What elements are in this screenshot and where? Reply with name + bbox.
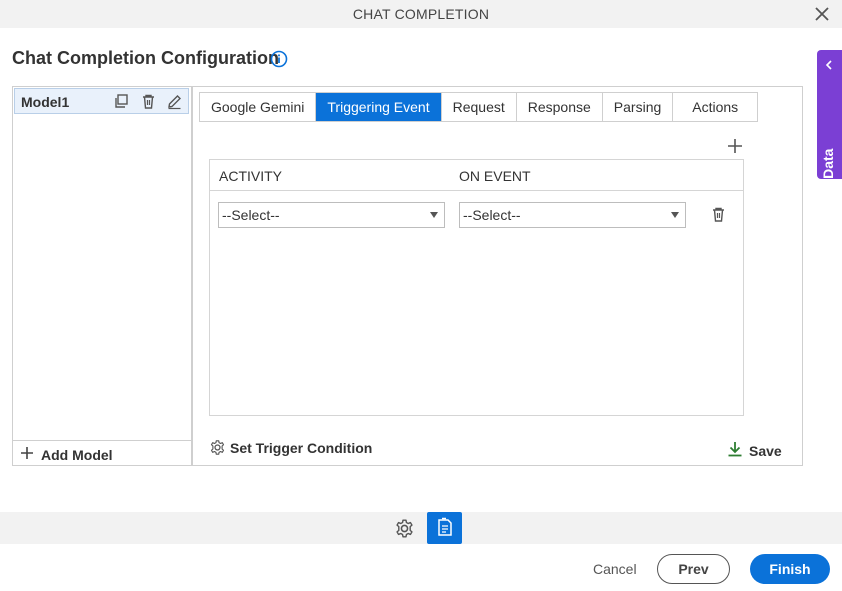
model-name: Model1 bbox=[21, 94, 70, 110]
on-event-select[interactable]: --Select-- bbox=[459, 202, 686, 228]
table-header: ACTIVITY ON EVENT bbox=[210, 160, 743, 191]
plus-icon bbox=[21, 447, 33, 459]
activity-select[interactable]: --Select-- bbox=[218, 202, 445, 228]
tab-bar: Google Gemini Triggering Event Request R… bbox=[199, 92, 759, 122]
close-icon[interactable] bbox=[812, 4, 832, 24]
on-event-select-value: --Select-- bbox=[463, 207, 521, 223]
tab-triggering-event[interactable]: Triggering Event bbox=[316, 93, 442, 121]
configuration-panel: Google Gemini Triggering Event Request R… bbox=[192, 86, 803, 466]
download-icon bbox=[728, 442, 742, 457]
add-model-label: Add Model bbox=[41, 447, 113, 463]
tab-request[interactable]: Request bbox=[442, 93, 517, 121]
column-header-on-event: ON EVENT bbox=[459, 168, 531, 184]
save-label: Save bbox=[749, 443, 782, 459]
tab-actions[interactable]: Actions bbox=[673, 93, 757, 121]
model-list-panel: Model1 Add Model bbox=[12, 86, 192, 466]
set-trigger-condition-label: Set Trigger Condition bbox=[230, 440, 373, 456]
dropdown-arrow-icon bbox=[671, 212, 679, 218]
document-view-button[interactable] bbox=[427, 512, 462, 544]
dropdown-arrow-icon bbox=[430, 212, 438, 218]
add-model-button[interactable]: Add Model bbox=[13, 440, 191, 465]
delete-row-icon[interactable] bbox=[710, 206, 727, 223]
app-data-tab[interactable]: App Data bbox=[817, 50, 842, 210]
bottom-toolbar bbox=[0, 512, 842, 544]
cancel-button[interactable]: Cancel bbox=[593, 561, 637, 577]
model-list-item[interactable]: Model1 bbox=[14, 88, 189, 114]
tab-google-gemini[interactable]: Google Gemini bbox=[200, 93, 317, 121]
settings-gear-icon[interactable] bbox=[394, 518, 415, 539]
finish-button[interactable]: Finish bbox=[750, 554, 830, 584]
tab-response[interactable]: Response bbox=[517, 93, 603, 121]
activity-select-value: --Select-- bbox=[222, 207, 280, 223]
title-bar: CHAT COMPLETION bbox=[0, 0, 842, 28]
edit-icon[interactable] bbox=[166, 93, 183, 110]
column-header-activity: ACTIVITY bbox=[219, 168, 283, 184]
duplicate-icon[interactable] bbox=[113, 93, 130, 110]
page-title: Chat Completion Configuration bbox=[12, 48, 279, 68]
chevron-left-icon bbox=[825, 60, 832, 70]
app-data-label: App Data bbox=[820, 148, 836, 210]
document-icon bbox=[438, 517, 452, 536]
trigger-event-table: ACTIVITY ON EVENT --Select-- --Select-- bbox=[209, 159, 744, 416]
info-icon[interactable] bbox=[270, 50, 288, 68]
tab-parsing[interactable]: Parsing bbox=[603, 93, 674, 121]
prev-button[interactable]: Prev bbox=[657, 554, 730, 584]
delete-icon[interactable] bbox=[140, 93, 157, 110]
window-title: CHAT COMPLETION bbox=[352, 6, 490, 22]
gear-icon bbox=[210, 440, 225, 455]
add-row-icon[interactable] bbox=[727, 138, 743, 154]
